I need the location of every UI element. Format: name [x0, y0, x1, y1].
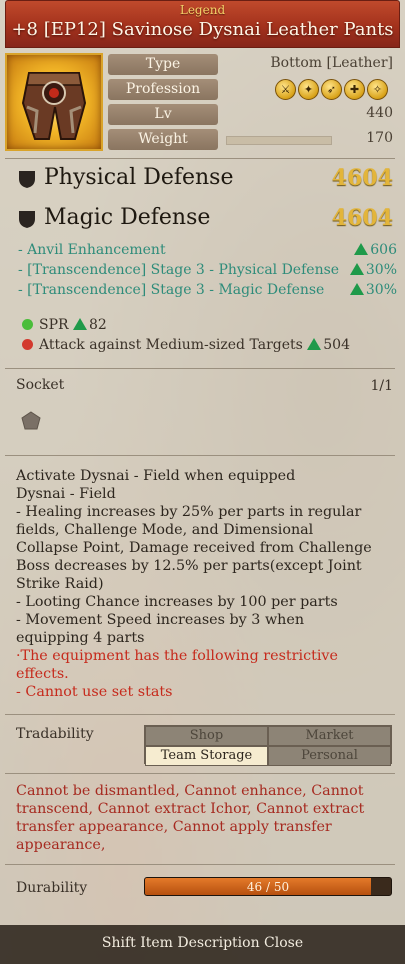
weight-bar: [226, 136, 332, 145]
trade-personal: Personal: [268, 746, 391, 766]
swordsman-class-icon: ⚔: [275, 79, 296, 100]
restriction-line: transcend, Cannot extract Ichor, Cannot …: [16, 801, 365, 817]
up-arrow-icon: [349, 283, 364, 295]
stat-spr: SPR 82: [22, 317, 107, 333]
description-line: fields, Challenge Mode, and Dimensional: [16, 522, 314, 538]
divider: [5, 773, 395, 774]
description-line: Activate Dysnai - Field when equipped: [16, 468, 296, 484]
up-arrow-icon: [349, 263, 364, 275]
bonus-label: - [Transcendence] Stage 3 - Physical Def…: [18, 262, 340, 278]
restriction-line: appearance,: [16, 837, 106, 853]
bonus-label: - [Transcendence] Stage 3 - Magic Defens…: [18, 282, 325, 298]
type-label: Type: [108, 54, 218, 75]
item-grade: Legend: [179, 3, 226, 17]
lv-value: 440: [366, 105, 393, 121]
divider: [5, 455, 395, 456]
trade-shop: Shop: [145, 726, 268, 746]
bonus-transcend-physical: - [Transcendence] Stage 3 - Physical Def…: [18, 262, 397, 282]
red-dot-icon: [22, 339, 33, 350]
item-image: [5, 53, 103, 151]
green-dot-icon: [22, 319, 33, 330]
trade-market: Market: [268, 726, 391, 746]
close-hint-bar[interactable]: Shift Item Description Close: [0, 925, 405, 964]
tradability-grid: Shop Market Team Storage Personal: [144, 725, 392, 766]
description-line: - Looting Chance increases by 100 per pa…: [16, 594, 338, 610]
durability-bar: 46 / 50: [144, 877, 392, 896]
wizard-class-icon: ✦: [298, 79, 319, 100]
bonus-value: 30%: [365, 282, 397, 298]
description-line: Collapse Point, Damage received from Cha…: [16, 540, 372, 556]
stat-label: Attack against Medium-sized Targets: [39, 337, 303, 353]
lv-label: Lv: [108, 104, 218, 125]
divider: [5, 158, 395, 159]
physical-defense-label: Physical Defense: [44, 165, 234, 190]
divider: [5, 368, 395, 369]
stat-attack-medium: Attack against Medium-sized Targets 504: [22, 337, 350, 353]
trade-team-storage: Team Storage: [145, 746, 268, 766]
description-line: Dysnai - Field: [16, 486, 116, 502]
weight-label: Weight: [108, 129, 218, 150]
tradability-label: Tradability: [16, 726, 94, 742]
description-line: Strike Raid): [16, 576, 104, 592]
bonus-label: - Anvil Enhancement: [18, 242, 166, 258]
magic-defense-value: 4604: [331, 205, 393, 231]
magic-defense-shield-icon: [19, 211, 35, 228]
durability-text: 46 / 50: [246, 880, 290, 894]
description-line: - Movement Speed increases by 3 when: [16, 612, 305, 628]
profession-label: Profession: [108, 79, 218, 100]
description-line: Boss decreases by 12.5% per parts(except…: [16, 558, 362, 574]
restriction-notice-line: effects.: [16, 666, 69, 682]
weight-value: 170: [366, 130, 393, 146]
divider: [5, 864, 395, 865]
up-arrow-icon: [307, 338, 322, 350]
description-line: - Healing increases by 25% per parts in …: [16, 504, 362, 520]
socket-count: 1/1: [370, 378, 393, 394]
bonus-anvil: - Anvil Enhancement 606: [18, 242, 397, 262]
stat-value: 82: [89, 317, 107, 333]
socket-label: Socket: [16, 377, 65, 393]
up-arrow-icon: [354, 243, 369, 255]
item-description: Activate Dysnai - Field when equipped Dy…: [16, 467, 388, 701]
bonus-transcend-magic: - [Transcendence] Stage 3 - Magic Defens…: [18, 282, 397, 302]
bonus-value: 30%: [365, 262, 397, 278]
bonus-value: 606: [370, 242, 397, 258]
up-arrow-icon: [73, 318, 88, 330]
restriction-notice-line: ·The equipment has the following restric…: [16, 648, 338, 664]
physical-defense-value: 4604: [331, 165, 393, 191]
divider: [5, 714, 395, 715]
profession-icons: ⚔ ✦ ➶ ✚ ✧: [275, 79, 388, 100]
magic-defense-label: Magic Defense: [44, 205, 211, 230]
restriction-line: Cannot be dismantled, Cannot enhance, Ca…: [16, 783, 364, 799]
restriction-notice-line: - Cannot use set stats: [16, 684, 173, 700]
description-line: equipping 4 parts: [16, 630, 145, 646]
item-restrictions: Cannot be dismantled, Cannot enhance, Ca…: [16, 782, 388, 854]
stat-value: 504: [323, 337, 350, 353]
scout-class-icon: ✧: [367, 79, 388, 100]
type-value: Bottom [Leather]: [270, 55, 393, 71]
physical-defense-shield-icon: [19, 171, 35, 188]
leather-pants-icon: [21, 72, 87, 140]
stat-label: SPR: [39, 317, 69, 333]
cleric-class-icon: ✚: [344, 79, 365, 100]
archer-class-icon: ➶: [321, 79, 342, 100]
item-title-bar: Legend +8 [EP12] Savinose Dysnai Leather…: [5, 0, 400, 48]
durability-label: Durability: [16, 880, 88, 896]
item-title: +8 [EP12] Savinose Dysnai Leather Pants: [11, 19, 394, 40]
restriction-line: transfer appearance, Cannot apply transf…: [16, 819, 332, 835]
empty-socket-icon: [21, 411, 41, 430]
